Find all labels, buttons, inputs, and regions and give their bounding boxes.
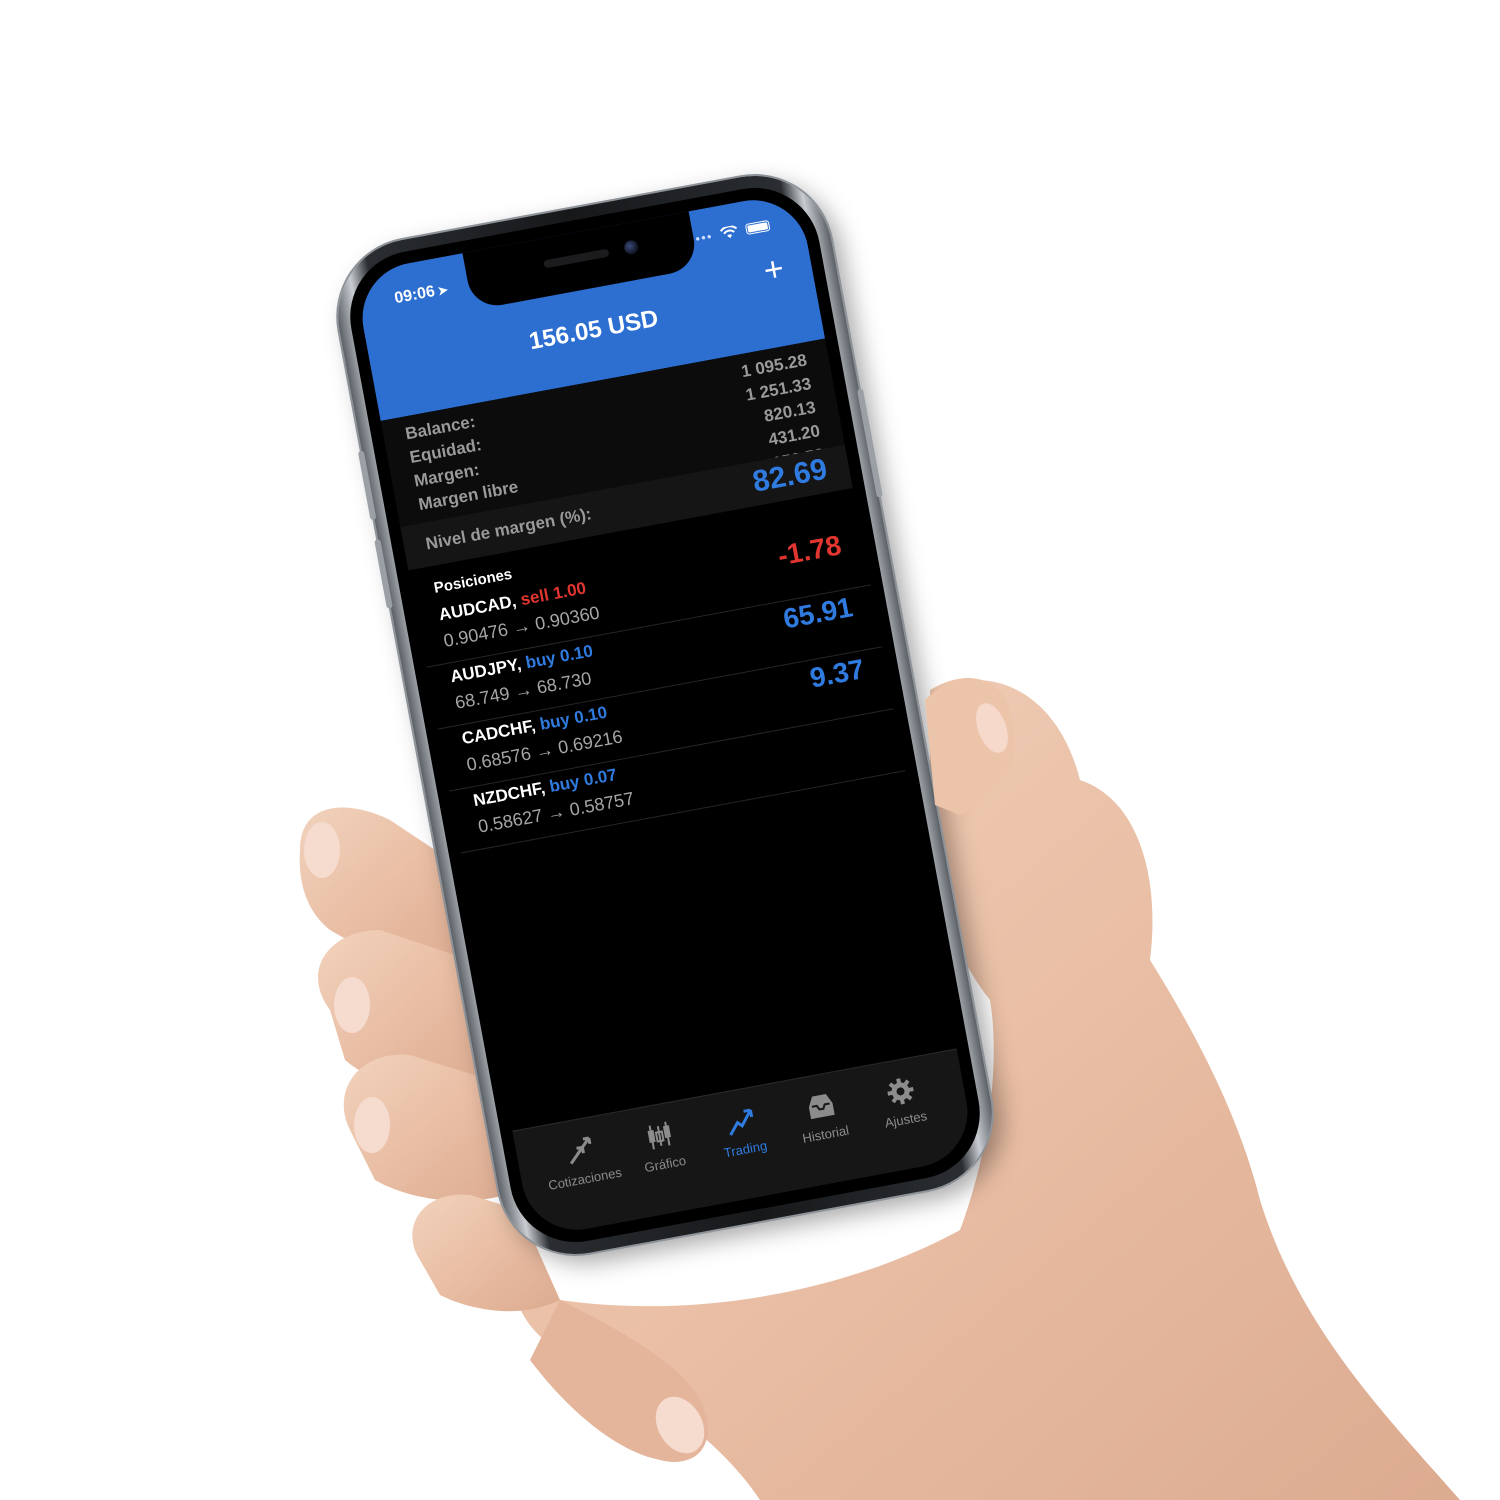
trading-trend-icon xyxy=(729,1108,754,1136)
tab-label: Cotizaciones xyxy=(547,1164,623,1194)
tab-label: Gráfico xyxy=(643,1152,688,1176)
tab-label: Trading xyxy=(722,1137,769,1161)
front-camera xyxy=(623,239,640,256)
tab-label: Historial xyxy=(801,1122,851,1146)
candlestick-chart-icon xyxy=(647,1121,672,1150)
position-profit: 9.37 xyxy=(807,653,867,694)
margin-level-big-value: 82.69 xyxy=(750,452,830,499)
earpiece-speaker xyxy=(543,248,610,269)
tab-settings[interactable]: Ajustes xyxy=(857,1063,955,1175)
quotes-arrows-icon xyxy=(569,1136,592,1165)
status-time: 09:06➤ xyxy=(393,281,449,309)
gear-icon xyxy=(887,1078,914,1105)
tab-label: Ajustes xyxy=(883,1108,929,1131)
battery-icon xyxy=(744,219,771,236)
wifi-icon xyxy=(719,225,738,239)
position-profit: -1.78 xyxy=(775,529,844,572)
inbox-tray-icon xyxy=(808,1094,835,1120)
clock-text: 09:06 xyxy=(393,282,437,308)
photo-stage: 09:06➤ ●●●● + 156.05 USD Balance: 1 095.… xyxy=(0,0,1500,1500)
position-side: sell 1.00 xyxy=(518,578,588,610)
status-indicators: ●●●● xyxy=(688,219,771,247)
location-arrow-icon: ➤ xyxy=(436,282,450,299)
